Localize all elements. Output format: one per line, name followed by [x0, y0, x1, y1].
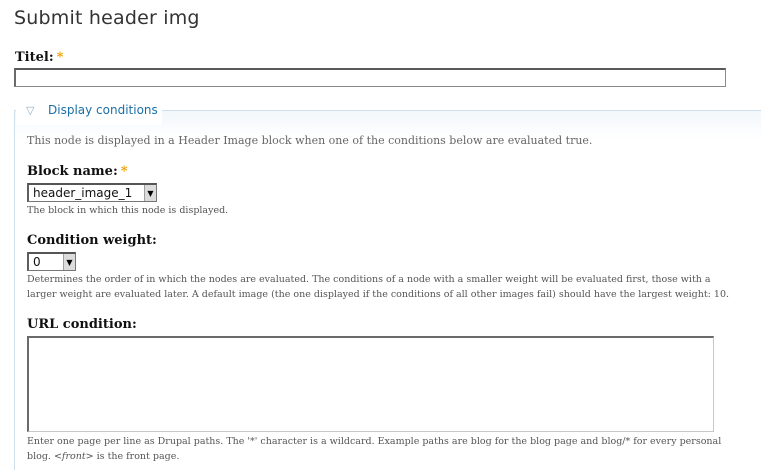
fieldset-legend: Display conditions: [48, 103, 158, 117]
display-conditions-toggle[interactable]: ▽ Display conditions: [16, 95, 162, 125]
block-name-label-text: Block name:: [27, 164, 118, 179]
front-page-token: <front>: [53, 451, 94, 462]
block-name-label: Block name: *: [27, 164, 128, 179]
url-condition-textarea[interactable]: [27, 336, 714, 432]
url-help-text: is the front page.: [93, 451, 180, 462]
url-condition-help-line: Enter one page per line as Drupal paths.…: [27, 436, 722, 447]
url-condition-help-line: blog. <front> is the front page.: [27, 449, 737, 464]
condition-weight-help-line: Determines the order of in which the nod…: [27, 274, 711, 285]
url-condition-help: Enter one page per line as Drupal paths.…: [27, 434, 737, 464]
url-condition-label: URL condition:: [27, 317, 137, 332]
condition-weight-select[interactable]: 0 ▼: [27, 252, 76, 271]
title-label-text: Titel:: [15, 50, 54, 65]
dropdown-arrow-icon: ▼: [63, 254, 75, 270]
required-marker: *: [56, 50, 64, 65]
url-help-text: blog.: [27, 451, 54, 462]
block-name-selected-value: header_image_1: [33, 186, 133, 200]
dropdown-arrow-icon: ▼: [144, 185, 156, 201]
collapse-triangle-icon: ▽: [26, 103, 35, 117]
condition-weight-selected-value: 0: [33, 255, 41, 269]
required-marker: *: [120, 164, 128, 179]
title-input[interactable]: [14, 68, 726, 87]
condition-weight-help-line: larger weight are evaluated later. A def…: [27, 289, 730, 300]
condition-weight-label: Condition weight:: [27, 233, 157, 248]
title-label: Titel: *: [15, 50, 63, 65]
block-name-select[interactable]: header_image_1 ▼: [27, 183, 157, 202]
condition-weight-help: Determines the order of in which the nod…: [27, 272, 737, 302]
fieldset-description: This node is displayed in a Header Image…: [27, 134, 593, 147]
page: Submit header img Titel: * ▽ Display cond…: [0, 0, 761, 470]
page-title: Submit header img: [14, 7, 200, 29]
block-name-help: The block in which this node is displaye…: [27, 205, 229, 216]
